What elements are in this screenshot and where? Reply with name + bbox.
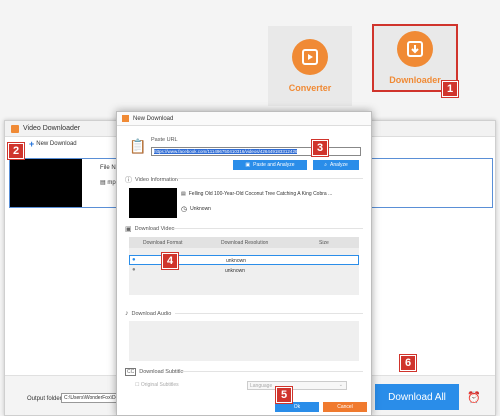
downloader-label: Downloader: [389, 75, 441, 85]
video-title: ▤ Felling Old 100-Year-Old Coconut Tree C…: [181, 191, 333, 197]
clipboard-icon: 📋: [129, 138, 147, 154]
cancel-button[interactable]: Cancel: [323, 402, 367, 412]
chevron-down-icon: ⌄: [338, 382, 343, 388]
video-duration: ◷ Unknown: [181, 206, 211, 213]
radio-icon[interactable]: ●: [132, 267, 136, 273]
download-video-section: ▣ Download Video: [125, 226, 175, 233]
paste-icon: ▣: [245, 162, 251, 168]
original-subtitles-checkbox[interactable]: ☐ Original Subtitles: [135, 382, 179, 388]
step-badge-3: 3: [312, 140, 328, 156]
output-folder-label: Output folder:: [27, 396, 64, 402]
download-icon: [397, 31, 433, 67]
new-download-label: New Download: [36, 141, 77, 147]
language-select[interactable]: Language ⌄: [247, 381, 347, 390]
col-resolution: Download Resolution: [221, 240, 269, 246]
url-input[interactable]: https://www.facebook.com/111496750410316…: [151, 147, 361, 156]
video-info-section: ⓘ Video Information: [125, 177, 179, 184]
dialog-title: New Download: [133, 115, 174, 122]
step-badge-1: 1: [442, 81, 458, 97]
col-format: Download Format: [143, 240, 183, 246]
video-info-thumbnail: [129, 188, 177, 218]
app-logo-icon: [122, 115, 129, 122]
step-badge-2: 2: [8, 143, 24, 159]
app-logo-icon: [11, 124, 19, 133]
video-icon: ▣: [125, 226, 132, 233]
step-badge-4: 4: [162, 253, 178, 269]
new-download-dialog: New Download Paste URL 📋 https://www.fac…: [116, 111, 372, 416]
output-folder-input[interactable]: C:\Users\WonderFox\Documents: [61, 393, 121, 403]
analyze-button[interactable]: ⌕ Analyze: [313, 160, 359, 170]
film-icon: [292, 39, 328, 75]
radio-checked-icon[interactable]: ●: [132, 257, 136, 263]
format-label: ▤ mp: [100, 180, 116, 186]
document-icon: ▤: [181, 191, 186, 197]
window-title: Video Downloader: [23, 125, 81, 132]
clock-icon: ◷: [181, 206, 188, 213]
cc-icon: CC: [125, 368, 137, 376]
step-badge-5: 5: [276, 387, 292, 403]
plus-icon: +: [29, 139, 35, 149]
dialog-titlebar: New Download: [117, 112, 371, 126]
download-all-button[interactable]: Download All: [375, 384, 459, 410]
alarm-clock-icon[interactable]: ⏰: [467, 390, 481, 404]
audio-format-table: [129, 321, 359, 361]
ok-button[interactable]: Ok: [275, 402, 319, 412]
converter-tile[interactable]: Converter: [268, 26, 352, 106]
paste-url-label: Paste URL: [151, 137, 178, 143]
download-audio-section: ♪ Download Audio: [125, 310, 172, 317]
col-size: Size: [319, 240, 329, 246]
table-header: Download Format Download Resolution Size: [129, 237, 359, 248]
download-subtitle-section: CC Download Subtitle: [125, 368, 184, 376]
music-icon: ♪: [125, 310, 129, 317]
paste-and-analyze-button[interactable]: ▣ Paste and Analyze: [233, 160, 307, 170]
video-thumbnail: [10, 159, 82, 207]
info-icon: ⓘ: [125, 177, 132, 184]
search-icon: ⌕: [324, 162, 327, 168]
step-badge-6: 6: [400, 355, 416, 371]
converter-label: Converter: [288, 83, 332, 93]
